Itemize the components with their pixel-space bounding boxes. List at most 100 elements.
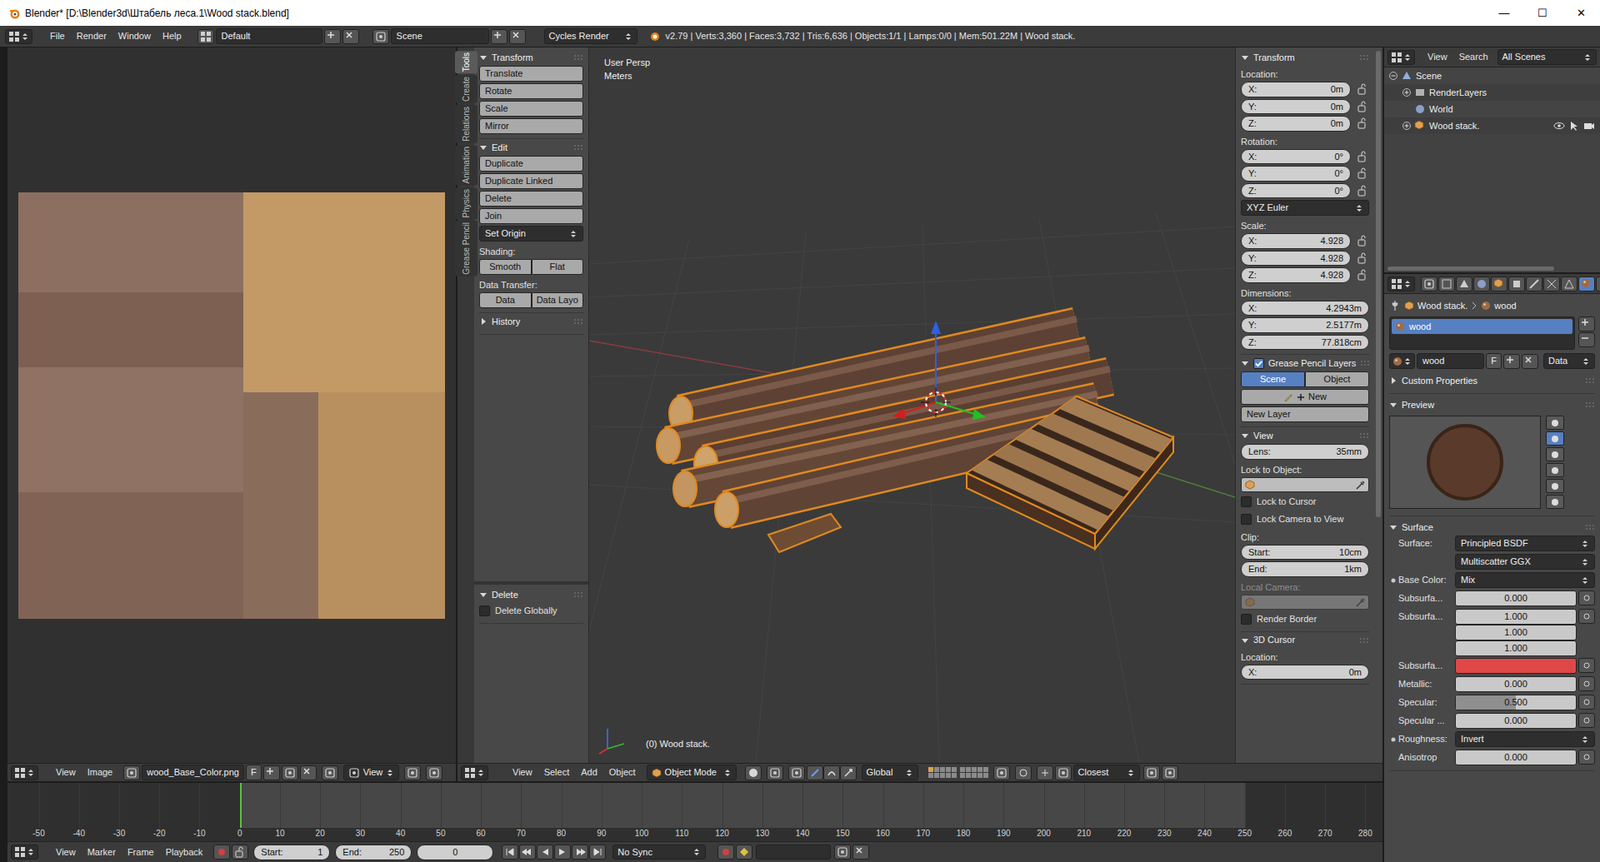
visibility-icon[interactable] <box>1553 120 1565 132</box>
checkbox-row[interactable]: Render Border <box>1240 611 1370 628</box>
menu-item[interactable]: Marker <box>81 845 122 860</box>
number-field[interactable]: Y:2.5177m <box>1240 317 1370 334</box>
panel-header[interactable]: Preview <box>1389 396 1595 414</box>
manipulator-icon[interactable] <box>788 765 805 781</box>
property-tab-icon[interactable] <box>1438 276 1455 292</box>
play-reverse-icon[interactable] <box>536 845 554 860</box>
pivot-point-icon[interactable] <box>766 765 784 781</box>
shading-icon[interactable] <box>745 765 762 781</box>
panel-header[interactable]: Custom Properties <box>1389 372 1595 390</box>
info-editor-button[interactable] <box>5 29 33 45</box>
add-slot-icon[interactable] <box>1578 316 1595 332</box>
display-mode-dropdown[interactable]: All Scenes <box>1497 49 1597 65</box>
panel-header[interactable]: 3D Cursor <box>1240 632 1370 650</box>
tool-tab[interactable]: Animation <box>455 145 478 185</box>
slider-track[interactable]: 0.500 <box>1455 695 1577 711</box>
layout-field[interactable]: Default <box>215 28 323 45</box>
delete-keyframe-icon[interactable] <box>852 845 870 860</box>
play-icon[interactable] <box>554 845 571 860</box>
minimize-button[interactable]: — <box>1485 0 1524 26</box>
panel-header[interactable]: Surface <box>1389 519 1595 536</box>
sync-mode-dropdown[interactable]: No Sync <box>612 845 706 861</box>
current-frame-line[interactable] <box>240 783 242 829</box>
preview-shape-button[interactable] <box>1545 463 1565 478</box>
preview-shape-button[interactable] <box>1545 495 1565 510</box>
material-name-field[interactable]: wood <box>1416 353 1485 370</box>
toggle-button[interactable]: Flat <box>531 259 585 275</box>
checkbox[interactable] <box>1240 496 1252 508</box>
lock-icon[interactable] <box>1354 99 1370 115</box>
menu-item[interactable]: File <box>44 29 71 44</box>
keying-set-field[interactable] <box>755 845 831 860</box>
live-edit-icon[interactable] <box>425 765 443 781</box>
maximize-button[interactable]: ☐ <box>1523 0 1562 26</box>
link-input-icon[interactable] <box>1578 750 1595 765</box>
scale-manipulator-icon[interactable] <box>840 765 857 781</box>
expand-toggle-icon[interactable] <box>1389 71 1398 80</box>
checkbox[interactable] <box>1240 614 1252 625</box>
number-field[interactable]: Y:4.928 <box>1240 250 1351 267</box>
pin-image-icon[interactable] <box>321 765 339 781</box>
toggle-button[interactable]: Object <box>1305 371 1370 388</box>
end-frame-field[interactable]: End:250 <box>335 845 412 861</box>
property-tab-icon[interactable] <box>1473 276 1490 292</box>
button[interactable]: Translate <box>479 65 584 82</box>
object-picker[interactable] <box>1240 595 1370 610</box>
snap-target-dropdown[interactable]: Closest <box>1073 765 1140 781</box>
outliner-row[interactable]: Wood stack. <box>1384 117 1600 135</box>
number-field[interactable]: Z:0° <box>1240 183 1351 200</box>
property-dropdown[interactable]: Invert <box>1455 731 1595 748</box>
display-channels-icon[interactable] <box>404 765 421 781</box>
property-dropdown[interactable]: Principled BSDF <box>1455 535 1595 552</box>
auto-keying-icon[interactable] <box>717 845 735 860</box>
current-frame-field[interactable]: 0 <box>416 845 494 861</box>
breadcrumb-item[interactable]: wood <box>1494 299 1516 314</box>
lock-icon[interactable] <box>1354 183 1370 199</box>
image-name-field[interactable]: wood_Base_Color.png <box>141 765 245 781</box>
lock-icon[interactable] <box>1354 165 1370 181</box>
checkbox-row[interactable]: Lock to Cursor <box>1240 494 1370 510</box>
lock-icon[interactable] <box>1354 149 1370 165</box>
jump-keyframe-back-icon[interactable] <box>519 845 536 860</box>
panel-header[interactable]: Edit <box>479 139 584 156</box>
button[interactable]: Rotate <box>479 83 584 100</box>
add-scene-icon[interactable] <box>490 29 508 45</box>
material-slot[interactable]: wood <box>1391 319 1573 335</box>
vector-component-field[interactable]: 1.000 <box>1455 609 1577 625</box>
remove-slot-icon[interactable] <box>1578 332 1595 348</box>
menu-item[interactable]: Add <box>575 765 604 780</box>
snap-icon[interactable] <box>1036 765 1054 781</box>
image-canvas[interactable] <box>7 47 456 764</box>
menu-item[interactable]: View <box>50 765 82 780</box>
number-field[interactable]: Z:77.818cm <box>1240 335 1370 351</box>
link-input-icon[interactable] <box>1578 676 1595 692</box>
lock-range-icon[interactable] <box>231 845 249 860</box>
panel-header[interactable]: History <box>479 313 584 330</box>
lock-icon[interactable] <box>1354 250 1370 266</box>
outliner-row[interactable]: RenderLayers <box>1384 84 1600 101</box>
property-tab-icon[interactable] <box>1543 276 1560 292</box>
transform-orientation-dropdown[interactable]: Global <box>861 765 919 781</box>
menu-item[interactable]: View <box>50 845 82 860</box>
property-tab-icon[interactable] <box>1595 276 1600 292</box>
slider-track[interactable]: 0.000 <box>1455 713 1577 730</box>
menu-item[interactable]: Help <box>156 29 188 44</box>
tool-tab[interactable]: Physics <box>455 187 478 220</box>
material-browse-button[interactable] <box>1389 353 1415 370</box>
button[interactable]: Mirror <box>479 118 584 135</box>
scene-browse-icon[interactable] <box>372 29 390 45</box>
checkbox[interactable] <box>1240 514 1252 525</box>
preview-shape-button[interactable] <box>1545 431 1565 446</box>
scene-field[interactable]: Scene <box>390 28 490 45</box>
preview-shape-button[interactable] <box>1545 479 1565 494</box>
property-tab-icon[interactable] <box>1490 276 1508 292</box>
expand-toggle-icon[interactable] <box>1402 88 1411 97</box>
tool-tab[interactable]: Grease Pencil <box>455 220 478 277</box>
link-input-icon[interactable] <box>1578 695 1595 710</box>
outliner-row[interactable]: World <box>1384 100 1600 118</box>
render-engine-dropdown[interactable]: Cycles Render <box>544 28 638 45</box>
breadcrumb-item[interactable]: Wood stack. <box>1417 299 1468 314</box>
number-field[interactable]: Lens:35mm <box>1240 444 1370 460</box>
new-image-icon[interactable] <box>263 765 280 781</box>
checkbox-row[interactable]: Lock Camera to View <box>1240 511 1370 528</box>
